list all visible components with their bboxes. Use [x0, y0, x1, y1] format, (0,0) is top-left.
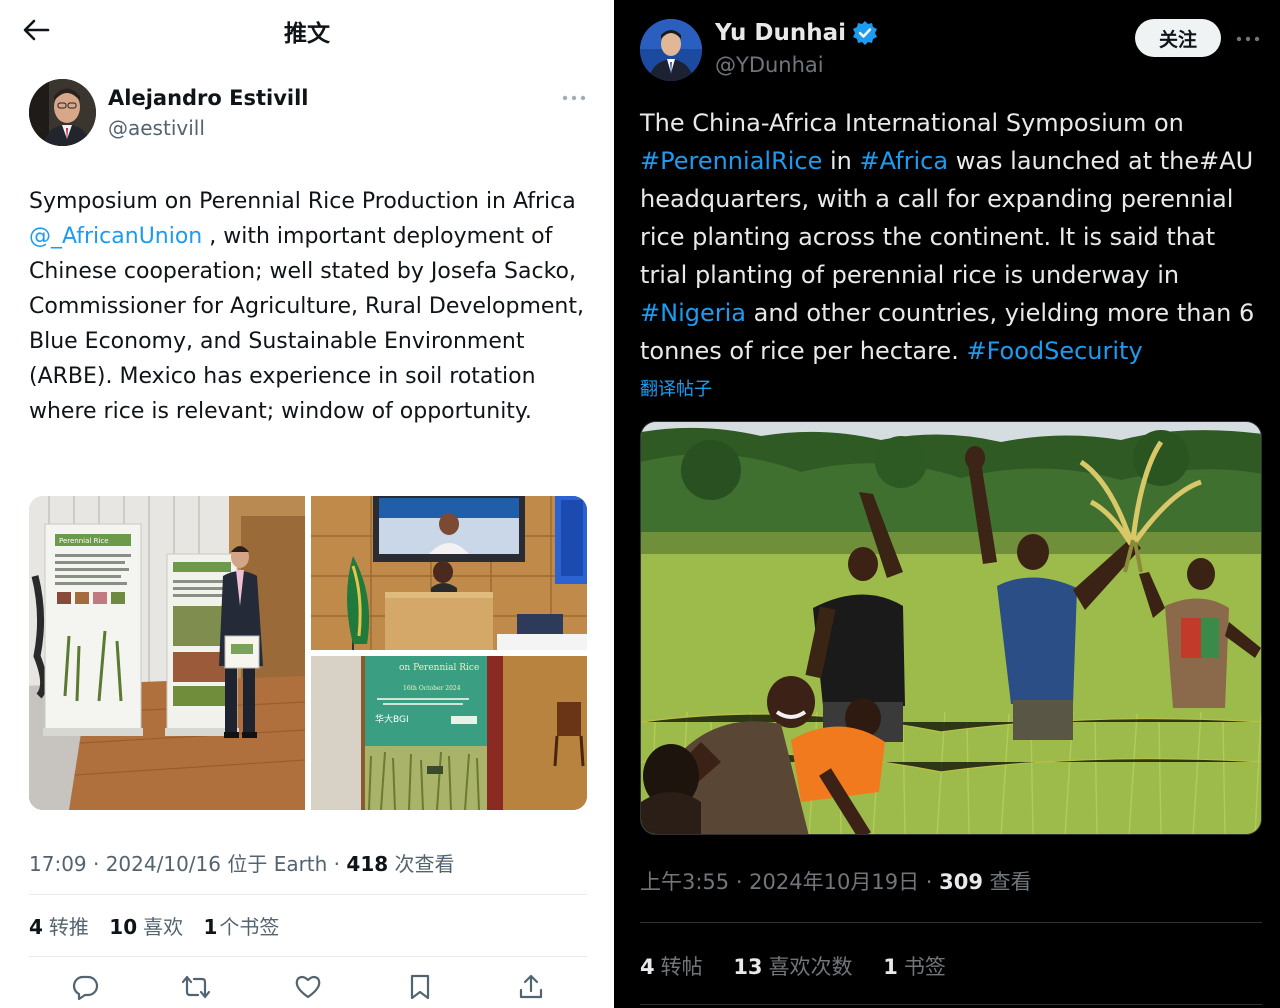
media-photo[interactable] [640, 421, 1262, 835]
bookmark-icon [410, 974, 430, 1000]
avatar-photo [29, 79, 96, 146]
reposts-stat[interactable]: 4 转帖 [640, 955, 703, 979]
author-name-row[interactable]: Yu Dunhai [715, 20, 878, 46]
banner-logo-text: 华大BGI [375, 713, 409, 725]
tweet-text: Symposium on Perennial Rice Production i… [29, 184, 589, 429]
media-grid: Perennial Rice on Perennial Rice 16th Oc… [29, 496, 587, 810]
tweet-text-part: in [822, 147, 860, 175]
views-label: 次查看 [388, 852, 455, 876]
retweets-label: 转推 [48, 915, 89, 939]
retweet-button[interactable] [179, 970, 213, 1004]
avatar[interactable] [640, 19, 702, 81]
media-photo[interactable]: Perennial Rice [29, 496, 305, 810]
tweet-timestamp[interactable]: 17:09 · 2024/10/16 位于 Earth · [29, 852, 346, 876]
bookmarks-stat[interactable]: 1 个书签 [203, 915, 279, 939]
reposts-label: 转帖 [660, 955, 703, 979]
poster-title-text: Perennial Rice [59, 537, 109, 545]
likes-count: 13 [733, 955, 763, 979]
bookmarks-label: 个书签 [219, 915, 280, 939]
banner-date-text: 16th October 2024 [403, 685, 461, 692]
hashtag-link[interactable]: #FoodSecurity [966, 337, 1142, 365]
likes-count: 10 [109, 915, 138, 939]
left-tweet-panel: 推文 Alejandro Estivill @aestivill Symposi… [0, 0, 614, 1008]
likes-label: 喜欢 [143, 915, 184, 939]
divider [29, 956, 587, 957]
bookmarks-count: 1 [203, 915, 218, 939]
banner-title-text: on Perennial Rice [399, 663, 479, 673]
translate-post-link[interactable]: 翻译帖子 [640, 375, 712, 401]
reply-icon [72, 975, 99, 1001]
hashtag-link[interactable]: #Nigeria [640, 299, 746, 327]
tweet-stats: 4 转推 10 喜欢 1 个书签 [29, 911, 293, 940]
more-dots-icon [1236, 36, 1260, 42]
divider [640, 1004, 1262, 1005]
more-options-button[interactable] [560, 86, 588, 110]
hashtag-link[interactable]: #PerennialRice [640, 147, 822, 175]
more-dots-icon [562, 95, 586, 101]
author-name[interactable]: Alejandro Estivill [108, 86, 309, 110]
media-photo[interactable] [311, 496, 587, 650]
reposts-count: 4 [640, 955, 655, 979]
likes-label: 喜欢次数 [768, 955, 853, 979]
views-label: 查看 [982, 870, 1032, 894]
bookmarks-stat[interactable]: 1 书签 [883, 955, 946, 979]
retweet-icon [181, 975, 211, 999]
mention-link[interactable]: @_AfricanUnion [29, 224, 202, 249]
tweet-text-part: The China-Africa International Symposium… [640, 109, 1184, 137]
like-icon [295, 975, 321, 999]
hashtag-link[interactable]: #Africa [860, 147, 949, 175]
bookmarks-label: 书签 [903, 955, 946, 979]
likes-stat[interactable]: 10 喜欢 [109, 915, 183, 939]
verified-badge-icon [852, 21, 877, 45]
media-photo[interactable]: on Perennial Rice 16th October 2024 华大BG… [311, 656, 587, 810]
author-handle[interactable]: @aestivill [108, 116, 205, 140]
page-title: 推文 [284, 21, 330, 47]
tweet-stats: 4 转帖 13 喜欢次数 1 书签 [640, 951, 970, 981]
avatar[interactable] [29, 79, 96, 146]
retweets-count: 4 [29, 915, 43, 939]
tweet-text-part: Symposium on Perennial Rice Production i… [29, 189, 576, 214]
tweet-action-bar [29, 966, 587, 1008]
tweet-meta: 上午3:55 · 2024年10月19日 · 309 查看 [640, 866, 1032, 896]
follow-button[interactable]: 关注 [1135, 19, 1221, 57]
share-icon [519, 974, 543, 999]
tweet-text: The China-Africa International Symposium… [640, 104, 1265, 370]
divider [29, 894, 587, 895]
more-options-button[interactable] [1234, 27, 1262, 51]
views-count: 418 [346, 852, 389, 876]
author-name: Yu Dunhai [715, 20, 846, 46]
tweet-text-part: , with important deployment of Chinese c… [29, 224, 584, 424]
like-button[interactable] [291, 970, 325, 1004]
likes-stat[interactable]: 13 喜欢次数 [733, 955, 852, 979]
right-tweet-panel: Yu Dunhai @YDunhai 关注 The China-Africa I… [618, 0, 1280, 1008]
views-count: 309 [939, 870, 983, 894]
avatar-photo [640, 19, 702, 81]
tweet-meta: 17:09 · 2024/10/16 位于 Earth · 418 次查看 [29, 848, 455, 877]
rice-field-photo [641, 422, 1261, 834]
tweet-timestamp[interactable]: 上午3:55 · 2024年10月19日 · [640, 870, 939, 894]
share-button[interactable] [514, 970, 548, 1004]
bookmark-button[interactable] [403, 970, 437, 1004]
reply-button[interactable] [68, 970, 102, 1004]
divider [640, 922, 1262, 923]
retweets-stat[interactable]: 4 转推 [29, 915, 89, 939]
author-handle[interactable]: @YDunhai [715, 53, 824, 77]
bookmarks-count: 1 [883, 955, 898, 979]
